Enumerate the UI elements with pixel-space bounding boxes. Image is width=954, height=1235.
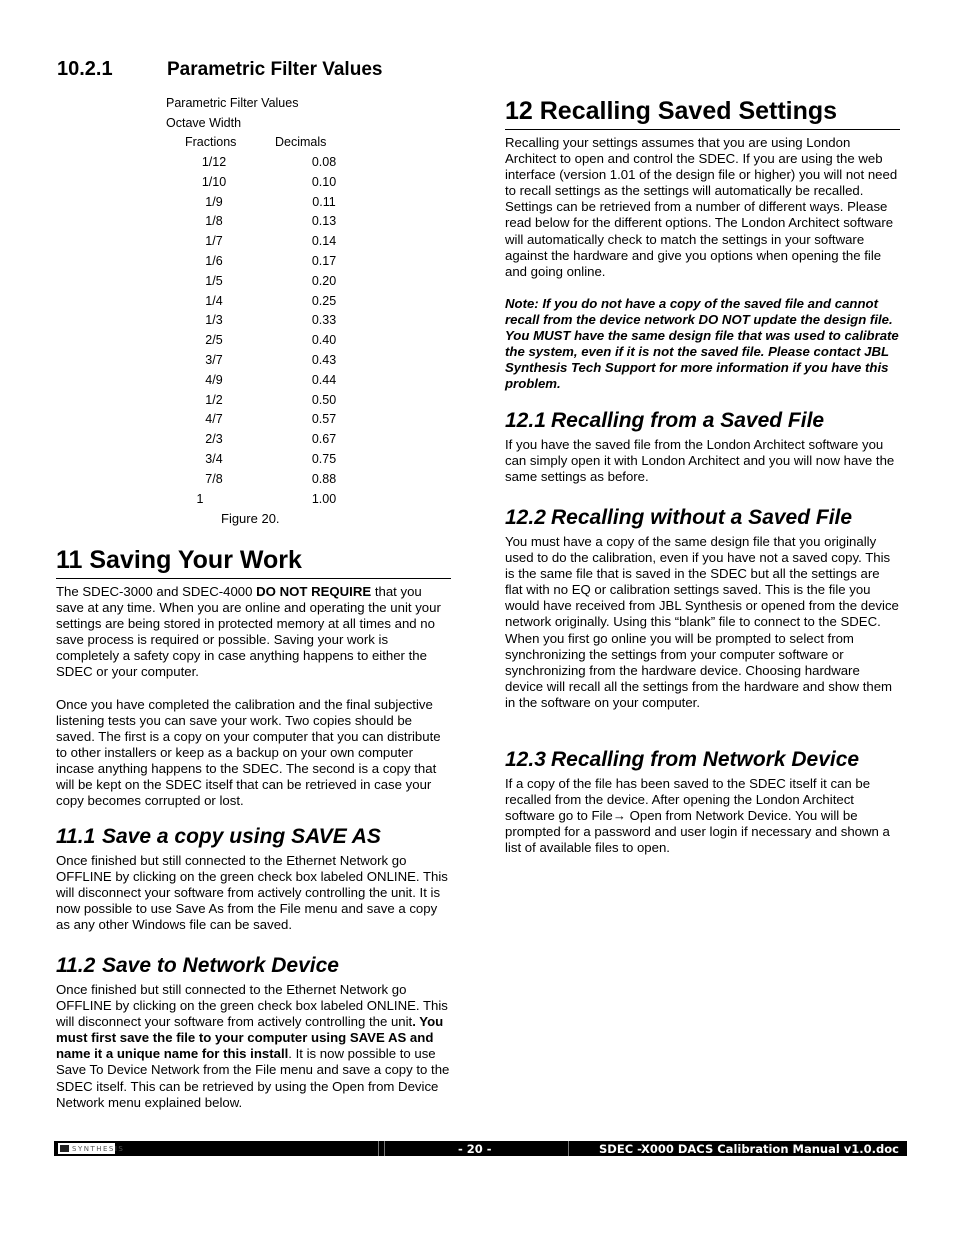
fraction-cell: 2/3 (205, 432, 223, 447)
fraction-cell: 1/9 (205, 194, 223, 209)
emphasis-text: DO NOT REQUIRE (256, 584, 372, 599)
section-12-1-heading: 12.1 Recalling from a Saved File (505, 409, 825, 432)
fraction-cell: 1/5 (205, 273, 223, 288)
decimal-cell: 0.75 (311, 452, 337, 466)
decimal-cell: 0.44 (311, 372, 337, 387)
section-12-3: 12.3 Recalling from Network Device If a c… (505, 747, 900, 856)
decimal-cell: 0.43 (311, 353, 337, 367)
section-12-2-heading: 12.2 Recalling without a Saved File (505, 506, 853, 529)
section-title: Parametric Filter Values (167, 59, 383, 80)
footer-divider (384, 1141, 385, 1156)
fraction-cell: 1/7 (205, 234, 223, 249)
fraction-cell: 1/4 (205, 293, 223, 308)
section-12-note: Note: If you do not have a copy of the s… (505, 295, 899, 392)
page-number: - 20 - (458, 1142, 492, 1156)
fraction-cell: 3/4 (205, 452, 223, 466)
section-12-2: 12.2 Recalling without a Saved File You m… (505, 505, 900, 711)
document-title: SDEC -X000 DACS Calibration Manual v1.0.… (599, 1142, 899, 1156)
section-12-1-body: If you have the saved file from the Lond… (505, 437, 895, 485)
section-11-2-heading: 11.2 Save to Network Device (56, 954, 339, 977)
footer-divider (378, 1141, 379, 1156)
decimal-cell: 0.20 (311, 273, 337, 288)
figure-caption: Figure 20. (221, 511, 280, 526)
table-subcaption: Octave Width (166, 116, 242, 130)
jbl-synthesis-logo: SYNTHESIS (58, 1143, 123, 1154)
section-11-paragraph-2: Once you have completed the calibration … (56, 696, 441, 809)
fraction-cell: 4/7 (205, 412, 223, 427)
fraction-cell: 1/8 (205, 214, 223, 229)
section-11-2: 11.2 Save to Network Device Once finished… (56, 953, 451, 1111)
decimal-cell: 0.17 (311, 254, 337, 268)
logo-text: SYNTHESIS (72, 1145, 125, 1153)
fraction-cell: 1/3 (205, 313, 223, 328)
table-caption: Parametric Filter Values (166, 96, 299, 110)
jbl-logo-mark-icon (60, 1145, 69, 1152)
section-11-paragraph-1: The SDEC-3000 and SDEC-4000 DO NOT REQUI… (56, 584, 441, 680)
decimal-cell: 0.67 (311, 432, 337, 447)
section-12-2-body: You must have a copy of the same design … (505, 534, 899, 710)
decimal-cell: 0.14 (311, 234, 337, 249)
decimal-cell: 0.50 (311, 392, 337, 407)
fraction-cell: 1/6 (205, 254, 223, 268)
decimal-cell: 0.10 (311, 174, 337, 189)
section-11-heading: 11 Saving Your Work (56, 545, 451, 579)
section-12-1: 12.1 Recalling from a Saved File If you h… (505, 408, 900, 485)
section-number: 10.2.1 (57, 58, 113, 80)
fraction-cell: 7/8 (205, 471, 223, 486)
section-11-2-body: Once finished but still connected to the… (56, 982, 450, 1110)
section-10-2-1-heading: 10.2.1 Parametric Filter Values (57, 58, 382, 81)
page-footer: SYNTHESIS - 20 - SDEC -X000 DACS Calibra… (54, 1141, 907, 1156)
column-header-decimals: Decimals (275, 135, 327, 149)
decimal-cell: 0.40 (311, 333, 337, 348)
column-header-fractions: Fractions (185, 135, 237, 149)
fraction-cell: 1/12 (201, 155, 227, 169)
section-12: 12 Recalling Saved Settings Recalling yo… (505, 96, 900, 392)
section-11-1: 11.1 Save a copy using SAVE AS Once finis… (56, 824, 451, 933)
footer-divider (568, 1141, 569, 1156)
decimal-cell: 0.33 (311, 313, 337, 328)
section-11: 11 Saving Your Work The SDEC-3000 and SD… (56, 545, 451, 809)
decimal-cell: 0.08 (311, 155, 337, 169)
decimal-cell: 0.88 (311, 471, 337, 486)
section-11-1-body: Once finished but still connected to the… (56, 853, 448, 933)
section-12-3-heading: 12.3 Recalling from Network Device (505, 748, 860, 771)
fraction-cell: 1/10 (201, 174, 227, 189)
decimal-cell: 0.11 (312, 194, 336, 209)
section-12-3-body: If a copy of the file has been saved to … (505, 776, 890, 856)
decimal-cell: 0.57 (311, 412, 337, 427)
fraction-cell: 1/2 (205, 392, 223, 407)
fraction-cell: 4/9 (205, 372, 223, 387)
decimal-cell: 0.13 (311, 214, 337, 229)
section-12-heading: 12 Recalling Saved Settings (505, 96, 900, 130)
fraction-cell: 3/7 (205, 353, 223, 367)
fraction-cell: 1 (196, 491, 204, 506)
decimal-cell: 1.00 (311, 491, 337, 506)
section-12-intro: Recalling your settings assumes that you… (505, 135, 898, 279)
section-11-1-heading: 11.1 Save a copy using SAVE AS (56, 825, 381, 848)
fraction-cell: 2/5 (205, 333, 223, 348)
decimal-cell: 0.25 (311, 293, 337, 308)
